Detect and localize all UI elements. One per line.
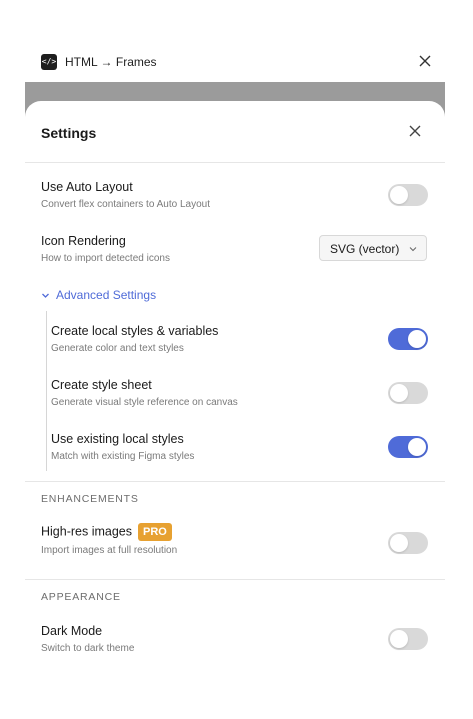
setting-title: Dark Mode bbox=[41, 624, 103, 638]
setting-existing-styles: Use existing local styles Match with exi… bbox=[51, 432, 441, 463]
toggle-knob bbox=[390, 186, 408, 204]
style-sheet-toggle[interactable] bbox=[388, 382, 428, 404]
setting-style-sheet: Create style sheet Generate visual style… bbox=[51, 378, 441, 409]
toggle-knob bbox=[390, 384, 408, 402]
setting-title: Create style sheet bbox=[51, 378, 152, 392]
section-divider bbox=[25, 481, 445, 482]
auto-layout-toggle[interactable] bbox=[388, 184, 428, 206]
toggle-knob bbox=[390, 534, 408, 552]
setting-title: Use existing local styles bbox=[51, 432, 184, 446]
toggle-knob bbox=[408, 438, 426, 456]
toggle-knob bbox=[408, 330, 426, 348]
close-icon[interactable] bbox=[417, 53, 433, 69]
setting-description: Switch to dark theme bbox=[41, 643, 135, 654]
section-label-appearance: APPEARANCE bbox=[41, 591, 121, 603]
existing-styles-toggle[interactable] bbox=[388, 436, 428, 458]
pro-badge: PRO bbox=[138, 523, 172, 541]
setting-highres-images: High-res images PRO Import images at full… bbox=[41, 523, 431, 557]
settings-title: Settings bbox=[41, 125, 97, 141]
highres-title: High-res images bbox=[41, 524, 133, 539]
select-value: SVG (vector) bbox=[330, 242, 400, 256]
section-divider bbox=[25, 579, 445, 580]
advanced-settings-label: Advanced Settings bbox=[56, 288, 157, 302]
close-icon[interactable] bbox=[408, 124, 422, 138]
plugin-title: HTML → Frames bbox=[65, 55, 157, 69]
setting-title: Use Auto Layout bbox=[41, 180, 133, 194]
advanced-settings-toggle[interactable]: Advanced Settings bbox=[41, 288, 156, 302]
settings-header: Settings bbox=[25, 101, 445, 163]
chevron-down-icon bbox=[42, 293, 49, 299]
setting-description: Match with existing Figma styles bbox=[51, 451, 195, 462]
chevron-down-icon bbox=[409, 247, 417, 252]
section-label-enhancements: ENHANCEMENTS bbox=[41, 493, 139, 505]
local-styles-toggle[interactable] bbox=[388, 328, 428, 350]
code-icon: </> bbox=[41, 54, 57, 70]
highres-images-toggle[interactable] bbox=[388, 532, 428, 554]
setting-title: High-res images PRO bbox=[41, 523, 431, 541]
setting-description: Convert flex containers to Auto Layout bbox=[41, 199, 210, 210]
dark-mode-toggle[interactable] bbox=[388, 628, 428, 650]
toggle-knob bbox=[390, 630, 408, 648]
icon-rendering-select[interactable]: SVG (vector) bbox=[319, 235, 427, 261]
setting-dark-mode: Dark Mode Switch to dark theme bbox=[41, 624, 431, 655]
setting-auto-layout: Use Auto Layout Convert flex containers … bbox=[41, 180, 431, 211]
setting-description: Import images at full resolution bbox=[41, 545, 178, 556]
advanced-indent-line bbox=[46, 311, 47, 471]
setting-description: Generate visual style reference on canva… bbox=[51, 397, 238, 408]
settings-panel: Settings Use Auto Layout Convert flex co… bbox=[25, 101, 445, 679]
setting-description: Generate color and text styles bbox=[51, 343, 184, 354]
plugin-titlebar: </> HTML → Frames bbox=[0, 0, 473, 82]
setting-title: Create local styles & variables bbox=[51, 324, 219, 338]
setting-local-styles: Create local styles & variables Generate… bbox=[51, 324, 441, 355]
